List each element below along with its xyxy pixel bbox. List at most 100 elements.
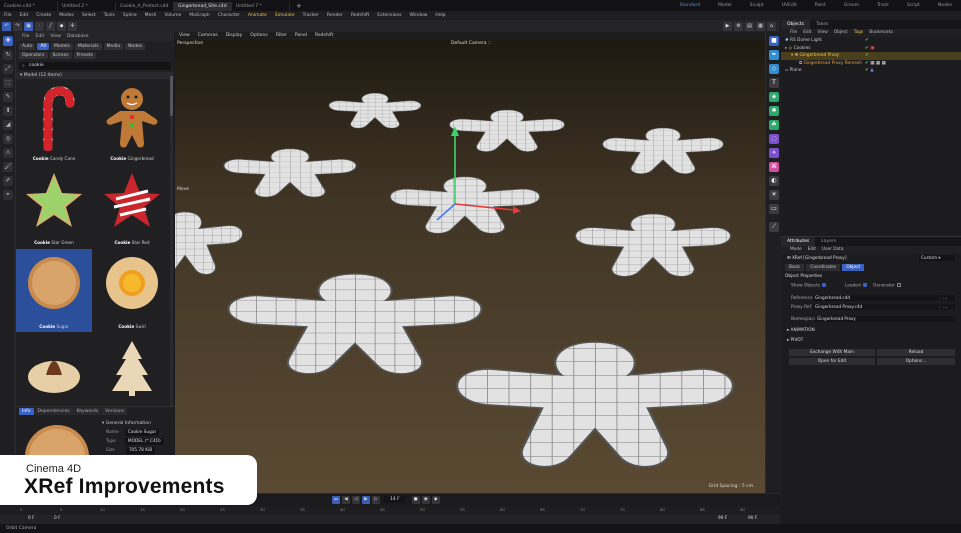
asset-tile-star-green[interactable]: Cookie Star Green <box>16 165 92 248</box>
chip-scenes[interactable]: Scenes <box>49 52 72 59</box>
points-mode-icon[interactable]: · <box>35 21 44 31</box>
visibility-check-icon[interactable]: ✔ ▲ <box>865 68 874 73</box>
prev-key-icon[interactable]: ◀ <box>342 495 350 504</box>
spline-pen-icon[interactable]: ✒ <box>769 50 779 60</box>
namespace-field[interactable]: Gingerbread Proxy <box>815 316 955 322</box>
generator-checkbox[interactable]: Generator <box>873 283 901 289</box>
brush-icon[interactable]: ⟋ <box>769 222 779 232</box>
tab-objects[interactable]: Objects <box>781 20 811 29</box>
asset-menu-file[interactable]: File <box>19 34 33 39</box>
timeline-ruler[interactable]: 0 5 10 15 20 25 30 35 40 45 50 55 60 65 … <box>0 506 780 515</box>
tab-keywords[interactable]: Keywords <box>73 408 102 415</box>
objects-menu-bookmarks[interactable]: Bookmarks <box>866 29 896 37</box>
attr-object-button[interactable]: Object <box>842 264 865 271</box>
paint-tool-icon[interactable]: ✐ <box>3 176 13 186</box>
menu-mograph[interactable]: MoGraph <box>185 11 213 20</box>
attr-menu-mode[interactable]: Mode <box>787 246 805 254</box>
viewport-menu-filter[interactable]: Filter <box>272 32 291 40</box>
render-view-icon[interactable]: ▶ <box>723 21 732 31</box>
menu-select[interactable]: Select <box>78 11 100 20</box>
new-tab-icon[interactable]: + <box>296 2 302 10</box>
attr-coordinates-button[interactable]: Coordinates <box>806 264 841 271</box>
deformer-icon[interactable]: ◌ <box>769 134 779 144</box>
asset-tile-swirl[interactable]: Cookie Swirl <box>94 249 170 332</box>
pivot-group[interactable]: ▸ PIVOT <box>787 338 803 343</box>
asset-scrollbar[interactable] <box>170 76 173 406</box>
tab-attributes[interactable]: Attributes <box>781 237 816 246</box>
attr-menu-userdata[interactable]: User Data <box>819 246 846 254</box>
scene-icon[interactable]: ◐ <box>769 176 779 186</box>
chip-presets[interactable]: Presets <box>73 52 96 59</box>
menu-window[interactable]: Window <box>406 11 432 20</box>
objects-menu-view[interactable]: View <box>815 29 831 37</box>
asset-tile-sugar[interactable]: Cookie Sugar <box>16 249 92 332</box>
asset-menu-database[interactable]: Database <box>64 34 91 39</box>
text-icon[interactable]: T <box>769 78 779 88</box>
layout-track[interactable]: Track <box>868 0 898 11</box>
show-objects-checkbox[interactable]: Show Objects <box>791 283 827 289</box>
menu-modes[interactable]: Modes <box>55 11 78 20</box>
asset-tile-star-red[interactable]: Cookie Star Red <box>94 165 170 248</box>
reference-browse-button[interactable]: … <box>941 295 955 301</box>
tab-layers[interactable]: Layers <box>815 237 842 246</box>
tab-dependencies[interactable]: Dependencies <box>34 408 73 415</box>
objects-menu-edit[interactable]: Edit <box>800 29 814 37</box>
viewport-menu-display[interactable]: Display <box>222 32 247 40</box>
object-row[interactable]: ✺ RS Dome Light ✔ <box>781 37 961 45</box>
3d-viewport[interactable]: View Cameras Display Options Filter Pane… <box>175 32 765 493</box>
menu-help[interactable]: Help <box>431 11 449 20</box>
extrude-tool-icon[interactable]: ⬆ <box>3 106 13 116</box>
viewport-menu-view[interactable]: View <box>175 32 194 40</box>
objects-menu-file[interactable]: File <box>787 29 800 37</box>
edges-mode-icon[interactable]: ╱ <box>46 21 55 31</box>
visibility-check-icon[interactable]: ✔ ▣ <box>865 46 874 51</box>
brush-tool-icon[interactable]: 🖌 <box>3 162 13 172</box>
generator-icon[interactable]: ◈ <box>769 92 779 102</box>
menu-extensions[interactable]: Extensions <box>373 11 405 20</box>
field-icon[interactable]: ⟡ <box>769 148 779 158</box>
prev-frame-icon[interactable]: ◁ <box>352 495 360 504</box>
menu-render[interactable]: Render <box>323 11 347 20</box>
picture-viewer-icon[interactable]: ▤ <box>745 21 754 31</box>
loop-tool-icon[interactable]: ◎ <box>3 134 13 144</box>
asset-menu-edit[interactable]: Edit <box>33 34 48 39</box>
asset-tile-candy-cane[interactable]: Cookie Candy Cane <box>16 81 92 164</box>
range-start-2[interactable]: 0 F <box>54 516 61 521</box>
object-row[interactable]: ▱ Plane ✔ ▲ <box>781 67 961 75</box>
layout-paint[interactable]: Paint <box>806 0 835 11</box>
knife-tool-icon[interactable]: ✎ <box>3 92 13 102</box>
model-mode-icon[interactable]: ▣ <box>24 21 33 31</box>
object-row-selected[interactable]: ▾ ⊞ Gingerbread Proxy ✔ <box>781 52 961 60</box>
proxy-browse-button[interactable]: … <box>941 304 955 310</box>
asset-search-input[interactable]: ⌕ cookie <box>19 62 171 70</box>
layout-standard[interactable]: Standard <box>671 0 709 11</box>
next-frame-icon[interactable]: ▷ <box>372 495 380 504</box>
reload-button[interactable]: Reload <box>877 349 955 356</box>
visibility-check-icon[interactable]: ✔ ▦ ▦ ▦ <box>865 61 886 66</box>
objects-menu-object[interactable]: Object <box>831 29 851 37</box>
viewport-camera-label[interactable]: Default Camera :: <box>451 41 491 46</box>
rotate-tool-icon[interactable]: ↻ <box>3 50 13 60</box>
chip-nodes[interactable]: Nodes <box>125 43 146 50</box>
polygons-mode-icon[interactable]: ◆ <box>57 21 66 31</box>
asset-tile-gingerbread[interactable]: Cookie Gingerbread <box>94 81 170 164</box>
lock-icon[interactable]: ⌂ <box>767 21 776 31</box>
window-tab[interactable]: Untitled 7 * <box>232 2 290 11</box>
reference-field[interactable]: Gingerbread.c4d <box>813 295 939 301</box>
menu-spline[interactable]: Spline <box>119 11 141 20</box>
keyframe-icon[interactable]: ◆ <box>431 495 440 504</box>
menu-character[interactable]: Character <box>214 11 244 20</box>
move-tool-icon[interactable]: ✥ <box>3 36 13 46</box>
layout-model[interactable]: Model <box>709 0 741 11</box>
menu-tracker[interactable]: Tracker <box>299 11 323 20</box>
mograph-icon[interactable]: ✱ <box>769 106 779 116</box>
menu-mesh[interactable]: Mesh <box>141 11 161 20</box>
undo-icon[interactable]: ↶ <box>2 21 11 31</box>
menu-simulate[interactable]: Simulate <box>271 11 299 20</box>
current-frame-field[interactable]: 14 F <box>384 496 406 503</box>
layout-sculpt[interactable]: Sculpt <box>741 0 773 11</box>
exchange-with-main-button[interactable]: Exchange With Main <box>789 349 875 356</box>
layout-script[interactable]: Script <box>898 0 929 11</box>
chip-materials[interactable]: Materials <box>74 43 102 50</box>
cube-icon[interactable]: ■ <box>769 36 779 46</box>
